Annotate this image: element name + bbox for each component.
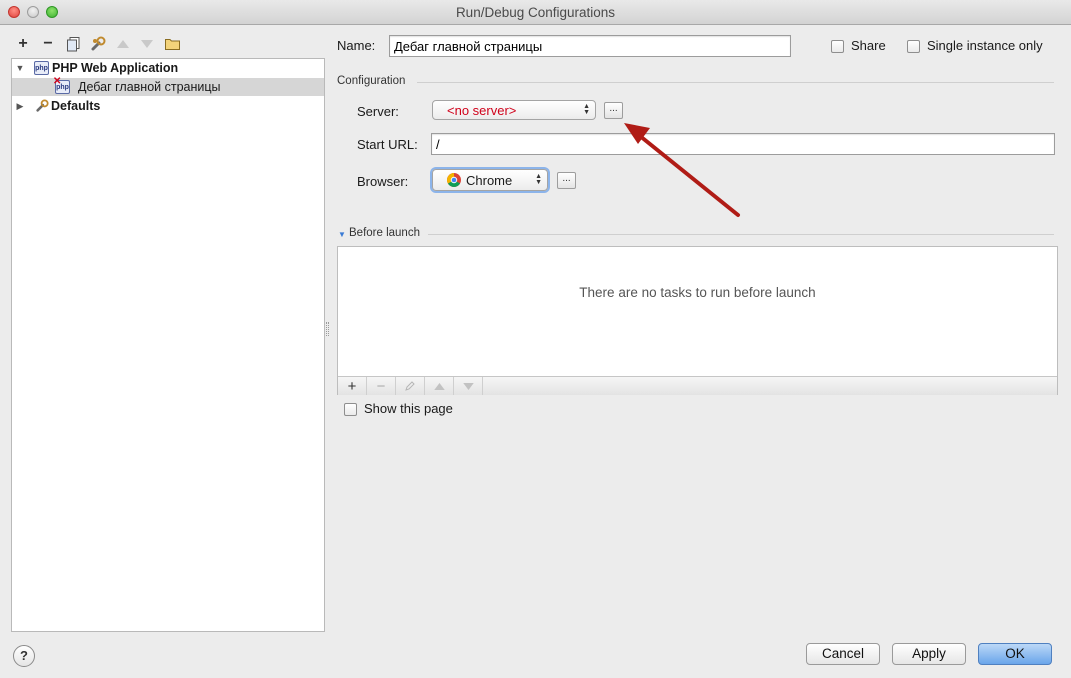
tree-item-label: PHP Web Application: [52, 61, 179, 75]
single-instance-label: Single instance only: [927, 38, 1043, 53]
chrome-icon: [447, 173, 461, 187]
tree-item-php-web-application[interactable]: ▼ php PHP Web Application: [12, 59, 324, 77]
before-launch-separator: [428, 234, 1054, 235]
move-task-up-button[interactable]: [425, 377, 454, 395]
expand-arrow-icon[interactable]: ▶: [15, 101, 25, 111]
add-task-button[interactable]: +: [338, 377, 367, 395]
name-label: Name:: [337, 38, 376, 53]
before-launch-task-list[interactable]: There are no tasks to run before launch …: [337, 246, 1058, 395]
pencil-icon: [405, 381, 415, 391]
ok-button[interactable]: OK: [978, 643, 1052, 665]
splitter-handle[interactable]: [326, 322, 329, 336]
configuration-group-title: Configuration: [337, 75, 406, 87]
browser-browse-button[interactable]: ...: [557, 172, 576, 189]
server-label: Server:: [357, 104, 399, 119]
php-run-config-icon: php ✕: [53, 76, 70, 94]
apply-button[interactable]: Apply: [892, 643, 966, 665]
arrow-up-icon: [433, 382, 445, 390]
arrow-up-icon[interactable]: [115, 35, 131, 53]
browser-select[interactable]: Chrome ▲ ▼: [432, 169, 548, 191]
browser-label: Browser:: [357, 174, 409, 189]
start-url-label: Start URL:: [357, 137, 418, 152]
window-title: Run/Debug Configurations: [455, 5, 616, 20]
server-select-value: <no server>: [447, 102, 517, 118]
tree-item-label: Дебаг главной страницы: [78, 80, 221, 94]
browser-select-value: Chrome: [466, 172, 513, 188]
updown-icon: ▲ ▼: [583, 103, 590, 116]
share-label: Share: [851, 38, 886, 53]
configuration-tree[interactable]: ▼ php PHP Web Application php ✕ Дебаг гла…: [11, 58, 325, 632]
collapse-triangle-icon[interactable]: ▼: [338, 230, 346, 239]
php-icon: php: [34, 61, 49, 75]
show-this-page-checkbox[interactable]: [344, 403, 357, 416]
add-configuration-button[interactable]: +: [14, 35, 32, 53]
edit-task-button[interactable]: [396, 377, 425, 395]
arrow-down-icon[interactable]: [139, 35, 155, 53]
annotation-arrow: [624, 123, 740, 217]
tree-item-defaults[interactable]: ▶ Defaults: [12, 97, 324, 115]
show-this-page-label: Show this page: [364, 401, 453, 416]
task-toolbar: + −: [338, 376, 1057, 395]
help-button[interactable]: ?: [13, 645, 35, 667]
single-instance-checkbox[interactable]: [907, 40, 920, 53]
arrow-down-icon: [462, 382, 474, 390]
name-field[interactable]: [389, 35, 791, 57]
empty-tasks-text: There are no tasks to run before launch: [579, 285, 816, 300]
copy-icon[interactable]: [64, 35, 82, 53]
remove-task-button[interactable]: −: [367, 377, 396, 395]
remove-configuration-button[interactable]: −: [39, 35, 57, 53]
server-select[interactable]: <no server> ▲ ▼: [432, 100, 596, 120]
share-checkbox[interactable]: [831, 40, 844, 53]
move-task-down-button[interactable]: [454, 377, 483, 395]
wrench-icon: [34, 99, 49, 113]
configuration-separator: [417, 82, 1054, 83]
before-launch-title[interactable]: Before launch: [349, 227, 420, 239]
expand-arrow-icon[interactable]: ▼: [15, 63, 25, 73]
cancel-button[interactable]: Cancel: [806, 643, 880, 665]
wrench-icon[interactable]: [89, 35, 107, 53]
folder-icon[interactable]: [163, 35, 181, 53]
updown-icon: ▲ ▼: [535, 173, 542, 186]
tree-item-label: Defaults: [51, 99, 101, 113]
tree-item-run-config[interactable]: php ✕ Дебаг главной страницы: [12, 76, 324, 96]
